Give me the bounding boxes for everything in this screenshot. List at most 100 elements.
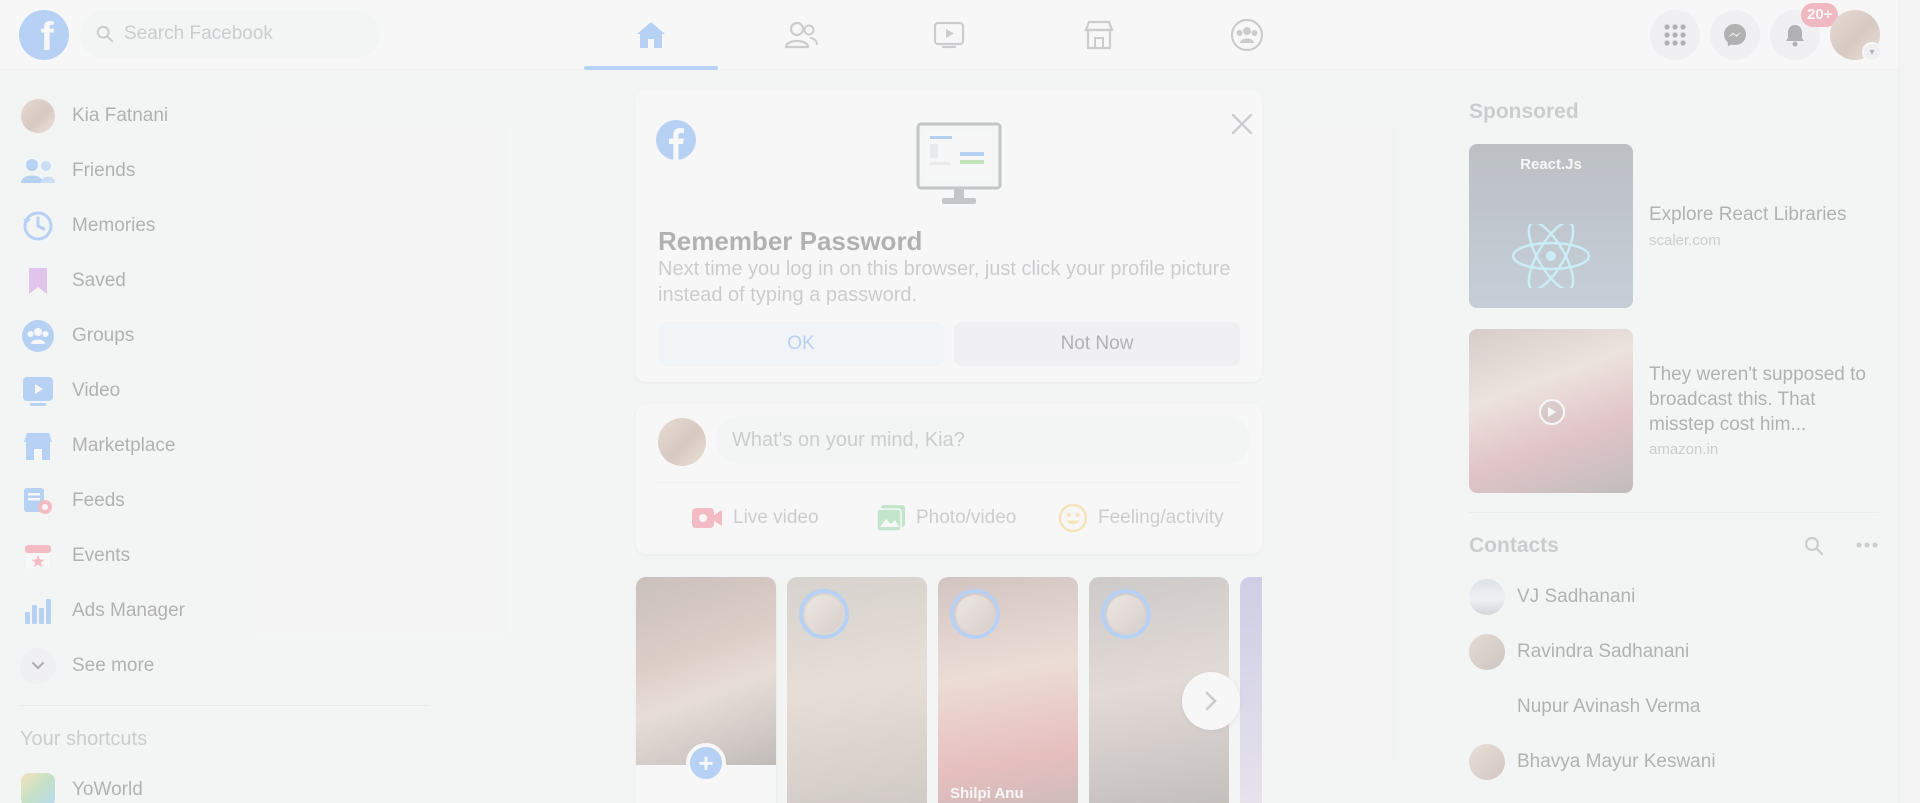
sidebar-item-friends[interactable]: Friends — [14, 145, 424, 197]
friends-icon — [784, 21, 818, 49]
sidebar-item-marketplace[interactable]: Marketplace — [14, 420, 424, 472]
yoworld-icon — [20, 772, 56, 803]
post-composer: What's on your mind, Kia? Live video Pho… — [636, 404, 1262, 554]
ad-image: React.Js — [1469, 144, 1633, 308]
memories-icon — [20, 208, 56, 244]
contact-item[interactable]: Ravindra Sadhanani — [1462, 626, 1882, 678]
sidebar-item-video[interactable]: Video — [14, 365, 424, 417]
not-now-button[interactable]: Not Now — [954, 322, 1240, 366]
story-card[interactable]: Shilpi Anu — [938, 577, 1078, 803]
live-video-icon — [691, 506, 723, 530]
story-avatar — [950, 589, 1000, 639]
groups-icon — [20, 318, 56, 354]
search-icon[interactable] — [1804, 536, 1824, 556]
menu-button[interactable] — [1650, 10, 1700, 60]
ad-image — [1469, 329, 1633, 493]
search-input[interactable] — [124, 23, 354, 45]
sidebar-item-profile[interactable]: Kia Fatnani — [14, 90, 424, 142]
feeling-icon — [1058, 503, 1088, 533]
profile-avatar — [20, 98, 56, 134]
bell-icon — [1786, 25, 1804, 47]
tab-friends[interactable] — [734, 0, 868, 70]
remember-password-dialog: Remember Password Next time you log in o… — [636, 90, 1262, 382]
events-icon — [20, 538, 56, 574]
tab-marketplace[interactable] — [1032, 0, 1166, 70]
ad-title: They weren't supposed to broadcast this.… — [1649, 364, 1866, 435]
story-avatar — [799, 589, 849, 639]
ad-item[interactable]: They weren't supposed to broadcast this.… — [1469, 329, 1869, 493]
home-icon — [637, 22, 665, 48]
sponsored-title: Sponsored — [1469, 100, 1579, 123]
ok-button[interactable]: OK — [658, 322, 944, 366]
sidebar-item-feeds[interactable]: Feeds — [14, 475, 424, 527]
search-box[interactable] — [80, 10, 380, 58]
photo-video-icon — [876, 504, 906, 532]
story-avatar — [1101, 589, 1151, 639]
sidebar-divider — [20, 705, 430, 706]
more-options-icon[interactable] — [1856, 542, 1878, 548]
live-video-button[interactable]: Live video — [691, 498, 819, 538]
shortcut-item-yoworld[interactable]: YoWorld — [14, 764, 424, 803]
avatar — [1469, 689, 1505, 725]
sidebar-item-memories[interactable]: Memories — [14, 200, 424, 252]
sidebar-item-ads-manager[interactable]: Ads Manager — [14, 585, 424, 637]
shortcuts-title: Your shortcuts — [20, 728, 148, 750]
story-card[interactable] — [1240, 577, 1262, 803]
page-scrollbar[interactable] — [1898, 0, 1920, 803]
friends-icon — [20, 153, 56, 189]
chevron-down-icon — [20, 648, 56, 684]
composer-input[interactable]: What's on your mind, Kia? — [716, 416, 1250, 464]
apps-grid-icon — [1664, 24, 1686, 46]
contact-item[interactable]: VJ Sadhanani — [1462, 571, 1882, 623]
photo-video-button[interactable]: Photo/video — [876, 498, 1016, 538]
chevron-right-icon — [1205, 691, 1217, 711]
ad-item[interactable]: React.Js Explore React Libraries scaler.… — [1469, 144, 1869, 308]
stories-next-button[interactable] — [1182, 672, 1240, 730]
tab-watch[interactable] — [882, 0, 1016, 70]
tab-groups[interactable] — [1180, 0, 1314, 70]
search-icon — [96, 25, 114, 43]
ads-manager-icon — [20, 593, 56, 629]
contact-item[interactable]: Nupur Avinash Verma — [1462, 681, 1882, 733]
facebook-logo — [656, 120, 696, 160]
contacts-title: Contacts — [1469, 534, 1559, 557]
facebook-logo[interactable]: f — [19, 10, 69, 60]
sidebar-item-see-more[interactable]: See more — [14, 640, 424, 692]
saved-icon — [20, 263, 56, 299]
tab-home[interactable] — [584, 0, 718, 70]
avatar — [658, 418, 706, 466]
groups-icon — [1230, 18, 1264, 52]
watch-icon — [933, 21, 965, 49]
contact-item[interactable]: Bhavya Mayur Keswani — [1462, 736, 1882, 788]
ad-title: Explore React Libraries — [1649, 204, 1847, 225]
dialog-title: Remember Password — [658, 226, 923, 256]
play-icon — [1539, 399, 1565, 425]
video-icon — [20, 373, 56, 409]
chevron-down-icon[interactable]: ▾ — [1862, 42, 1882, 62]
avatar — [1469, 634, 1505, 670]
ad-domain: scaler.com — [1649, 232, 1721, 249]
feeds-icon — [20, 483, 56, 519]
sidebar-item-saved[interactable]: Saved — [14, 255, 424, 307]
feeling-activity-button[interactable]: Feeling/activity — [1058, 498, 1224, 538]
sidebar-item-events[interactable]: Events — [14, 530, 424, 582]
avatar — [1469, 579, 1505, 615]
composer-divider — [656, 482, 1242, 483]
top-navigation-bar: f 20+ ▾ — [0, 0, 1898, 70]
marketplace-icon — [1084, 20, 1114, 50]
messenger-icon — [1724, 24, 1746, 47]
marketplace-icon — [20, 428, 56, 464]
story-card[interactable] — [787, 577, 927, 803]
close-icon[interactable] — [1224, 106, 1260, 142]
story-image — [636, 577, 776, 765]
create-story-card[interactable]: + — [636, 577, 776, 803]
right-divider — [1469, 512, 1879, 513]
dialog-description: Next time you log in on this browser, ju… — [658, 258, 1231, 306]
ad-domain: amazon.in — [1649, 441, 1719, 458]
add-story-icon: + — [686, 743, 726, 783]
avatar — [1469, 744, 1505, 780]
react-logo-icon — [1511, 224, 1591, 288]
messenger-button[interactable] — [1710, 10, 1760, 60]
computer-illustration — [916, 122, 1002, 204]
sidebar-item-groups[interactable]: Groups — [14, 310, 424, 362]
